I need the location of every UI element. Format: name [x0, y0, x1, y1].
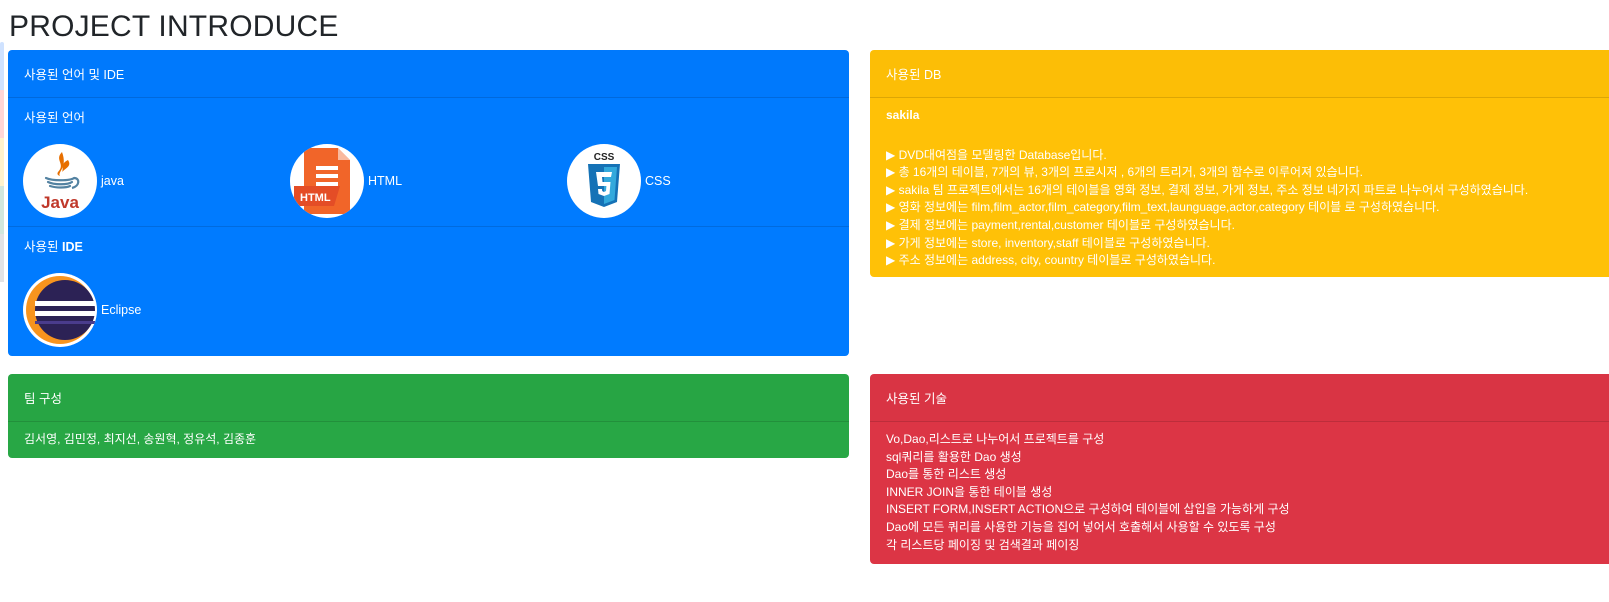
css-item: CSS CSS: [567, 144, 671, 218]
db-card: 사용된 DB sakila ▶ DVD대여점을 모델링한 Database입니다…: [870, 50, 1609, 277]
java-logo-icon: Java: [23, 144, 97, 218]
eclipse-item: Eclipse: [23, 273, 141, 347]
eclipse-logo-icon: [23, 273, 97, 347]
tech-line: INNER JOIN을 통한 테이블 생성: [886, 484, 1053, 499]
db-line: ▶ 총 16개의 테이블, 7개의 뷰, 3개의 프로시저 , 6개의 트리거,…: [886, 165, 1363, 180]
technologies-card: 사용된 기술 Vo,Dao,리스트로 나누어서 프로젝트를 구성 sql쿼리를 …: [870, 374, 1609, 564]
tech-line: Vo,Dao,리스트로 나누어서 프로젝트를 구성: [886, 432, 1105, 446]
db-line: ▶ 결제 정보에는 payment,rental,customer 테이블로 구…: [886, 217, 1235, 232]
ide-title-bold: IDE: [61, 240, 83, 254]
svg-text:Java: Java: [41, 193, 79, 212]
ide-title-prefix: 사용된: [24, 240, 62, 254]
db-line: ▶ sakila 팀 프로젝트에서는 16개의 테이블을 영화 정보, 결제 정…: [886, 182, 1529, 197]
svg-text:CSS: CSS: [594, 152, 615, 163]
db-card-header: 사용된 DB: [870, 50, 1609, 98]
db-line: ▶ 가게 정보에는 store, inventory,staff 테이블로 구성…: [886, 235, 1210, 250]
tech-line: Dao에 모든 쿼리를 사용한 기능을 집어 넣어서 호출해서 사용할 수 있도…: [886, 519, 1276, 534]
java-label: java: [101, 174, 124, 188]
eclipse-label: Eclipse: [101, 303, 142, 317]
css-logo-icon: CSS: [567, 144, 641, 218]
svg-text:HTML: HTML: [300, 192, 331, 204]
ide-section-title: 사용된 IDE: [24, 236, 83, 255]
team-card-header: 팀 구성: [8, 374, 849, 422]
db-line: ▶ DVD대여점을 모델링한 Database입니다.: [886, 147, 1107, 162]
html-label: HTML: [368, 174, 403, 188]
tech-line: 각 리스트당 페이징 및 검색결과 페이징: [886, 537, 1080, 552]
languages-section-title: 사용된 언어: [24, 111, 85, 125]
team-members: 김서영, 김민정, 최지선, 송원혁, 정유석, 김종훈: [24, 432, 257, 446]
left-sidebar-edge: [0, 42, 4, 284]
db-line: ▶ 영화 정보에는 film,film_actor,film_category,…: [886, 200, 1440, 215]
css-label: CSS: [645, 174, 671, 188]
team-card: 팀 구성 김서영, 김민정, 최지선, 송원혁, 정유석, 김종훈: [8, 374, 849, 458]
java-item: Java java: [23, 144, 124, 218]
section-divider: [8, 226, 849, 227]
technologies-card-header: 사용된 기술: [870, 374, 1609, 422]
db-name: sakila: [886, 108, 920, 122]
db-line: ▶ 주소 정보에는 address, city, country 테이블로 구성…: [886, 253, 1216, 268]
html-logo-icon: HTML: [290, 144, 364, 218]
html-item: HTML HTML: [290, 144, 402, 218]
tech-line: sql쿼리를 활용한 Dao 생성: [886, 449, 1022, 464]
page-title: PROJECT INTRODUCE: [9, 10, 339, 43]
tech-line: INSERT FORM,INSERT ACTION으로 구성하여 테이블에 삽입…: [886, 502, 1290, 517]
languages-ide-card-header: 사용된 언어 및 IDE: [8, 50, 849, 98]
tech-line: Dao를 통한 리스트 생성: [886, 467, 1007, 482]
db-description: ▶ DVD대여점을 모델링한 Database입니다. ▶ 총 16개의 테이블…: [886, 147, 1593, 270]
languages-ide-card: 사용된 언어 및 IDE 사용된 언어 Java java HTML HTML …: [8, 50, 849, 356]
